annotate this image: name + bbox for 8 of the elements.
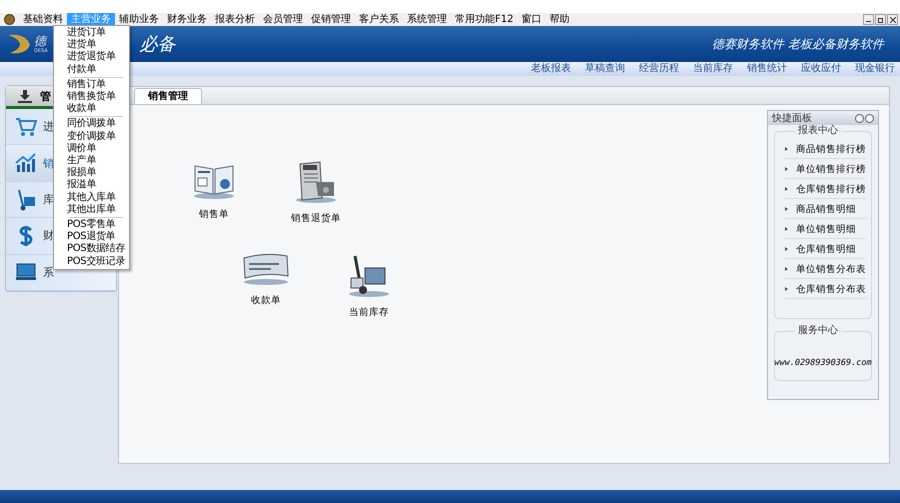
group-title: 报表中心	[795, 125, 841, 137]
logo-text: 德	[34, 34, 46, 48]
sidebar-header: 管	[40, 88, 51, 104]
group-title: 服务中心	[795, 325, 841, 337]
website-text: www.02989390369.com	[774, 358, 872, 368]
banner-title: 必备	[140, 33, 176, 56]
banner-slogan: 德赛财务软件 老板必备财务软件	[712, 36, 884, 52]
panel-title: 快捷面板	[772, 112, 812, 124]
